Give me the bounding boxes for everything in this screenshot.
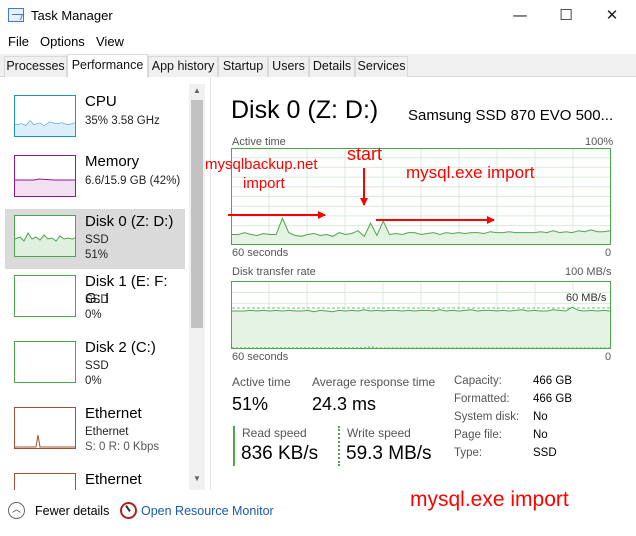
annotation-arrows: [228, 168, 495, 224]
